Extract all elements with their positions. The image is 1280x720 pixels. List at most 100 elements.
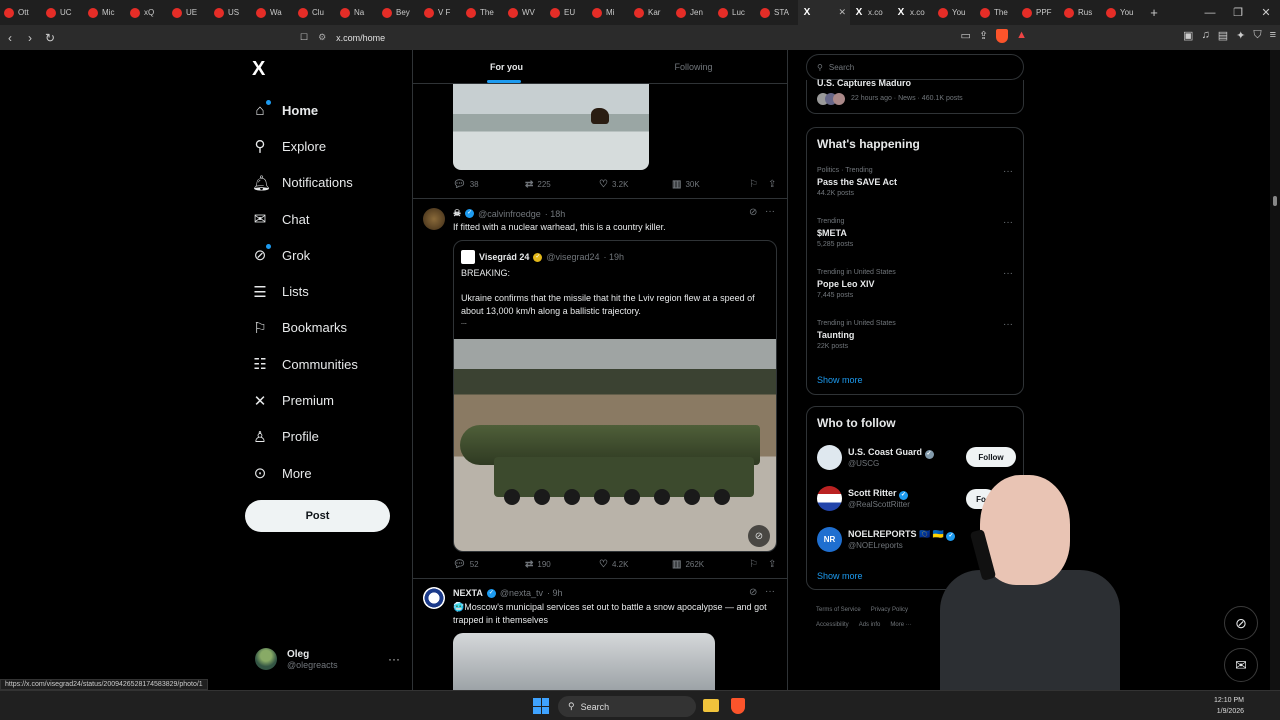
share-button[interactable]: ⇪ bbox=[768, 559, 776, 570]
brave-shield-icon[interactable] bbox=[996, 29, 1009, 43]
sidebar-item-notifications[interactable]: 🔔︎ Notifications bbox=[252, 165, 358, 201]
more-icon[interactable]: ··· bbox=[1003, 166, 1013, 177]
screen-icon[interactable]: ▭ bbox=[961, 29, 971, 43]
x-logo[interactable]: X bbox=[252, 58, 265, 81]
post-button[interactable]: Post bbox=[245, 500, 390, 532]
file-explorer-icon[interactable] bbox=[703, 699, 719, 712]
post-image-horse-rider[interactable] bbox=[453, 84, 649, 170]
top-story-card[interactable]: U.S. Captures Maduro 22 hours ago · News… bbox=[806, 78, 1024, 114]
browser-tab[interactable]: Mic bbox=[84, 0, 126, 25]
views-button[interactable]: ▥ 30K bbox=[672, 179, 749, 190]
browser-tab[interactable]: STA bbox=[756, 0, 798, 25]
rewards-icon[interactable]: ▲ bbox=[1016, 29, 1027, 43]
browser-tab[interactable]: Mi bbox=[588, 0, 630, 25]
grok-image-icon[interactable]: ⊘ bbox=[748, 525, 770, 547]
sidebar-item-lists[interactable]: ☰ Lists bbox=[252, 273, 358, 309]
browser-tab[interactable]: WV bbox=[504, 0, 546, 25]
footer-link[interactable]: Accessibility bbox=[816, 622, 849, 628]
browser-tab[interactable]: PPF bbox=[1018, 0, 1060, 25]
follow-suggestion[interactable]: U.S. Coast Guard ✓ @USCG bbox=[817, 445, 934, 470]
trend-item[interactable]: Trending in United States Taunting 22K pos… bbox=[817, 320, 896, 350]
grok-icon[interactable]: ⊘ bbox=[749, 207, 757, 218]
reload-icon[interactable]: ↻ bbox=[40, 31, 60, 45]
browser-tab[interactable]: The bbox=[976, 0, 1018, 25]
grok-fab-icon[interactable]: ⊘ bbox=[1224, 606, 1258, 640]
site-info-icon[interactable]: ⚙ bbox=[318, 32, 326, 43]
system-clock[interactable]: 12:10 PM 1/9/2026 bbox=[1214, 695, 1244, 717]
account-more-icon[interactable]: ··· bbox=[388, 652, 400, 666]
browser-tab[interactable]: Bey bbox=[378, 0, 420, 25]
share-button[interactable]: ⇪ bbox=[768, 179, 776, 190]
browser-tab[interactable]: US bbox=[210, 0, 252, 25]
browser-tab[interactable]: Clu bbox=[294, 0, 336, 25]
sidebar-item-bookmarks[interactable]: ⚐ Bookmarks bbox=[252, 310, 358, 346]
leo-icon[interactable]: ✦ bbox=[1236, 29, 1245, 43]
bookmark-button[interactable]: ⚐ bbox=[749, 559, 768, 570]
trend-item[interactable]: Trending $META 5,285 posts bbox=[817, 218, 853, 248]
avatar[interactable] bbox=[423, 208, 445, 230]
footer-link[interactable]: More ··· bbox=[890, 622, 911, 628]
tab-following[interactable]: Following bbox=[600, 50, 787, 83]
footer-link[interactable]: Ads info bbox=[859, 622, 881, 628]
start-button[interactable] bbox=[533, 698, 549, 714]
like-button[interactable]: ♡ 3.2K bbox=[599, 179, 672, 190]
browser-tab[interactable]: Xx.co bbox=[892, 0, 934, 25]
browser-tab[interactable]: Wa bbox=[252, 0, 294, 25]
scrollbar[interactable] bbox=[1270, 50, 1280, 690]
show-more-link[interactable]: Show more bbox=[817, 571, 863, 581]
author-handle[interactable]: @nexta_tv bbox=[500, 588, 543, 598]
repost-button[interactable]: ⇄ 225 bbox=[525, 179, 599, 190]
browser-tab[interactable]: Rus bbox=[1060, 0, 1102, 25]
repost-button[interactable]: ⇄ 190 bbox=[525, 559, 599, 570]
sidebar-item-communities[interactable]: ☷ Communities bbox=[252, 346, 358, 382]
messages-fab-icon[interactable]: ✉ bbox=[1224, 648, 1258, 682]
search-input[interactable]: ⚲ Search bbox=[806, 54, 1024, 80]
grok-icon[interactable]: ⊘ bbox=[749, 587, 757, 598]
close-window-button[interactable]: ✕ bbox=[1252, 6, 1280, 19]
trend-item[interactable]: Trending in United States Pope Leo XIV 7,4… bbox=[817, 269, 896, 299]
follow-suggestion[interactable]: Scott Ritter ✓ @RealScottRitter bbox=[817, 486, 910, 511]
vpn-icon[interactable]: ⛉ bbox=[1253, 29, 1261, 43]
browser-tab[interactable]: Ott bbox=[0, 0, 42, 25]
trend-item[interactable]: Politics · Trending Pass the SAVE Act 44.2… bbox=[817, 167, 897, 197]
taskbar-search[interactable]: ⚲ Search bbox=[558, 696, 696, 717]
reply-button[interactable]: 💬︎ 52 bbox=[453, 559, 525, 570]
sidebar-item-home[interactable]: ⌂ Home bbox=[252, 92, 358, 128]
show-more-link[interactable]: Show more bbox=[817, 375, 863, 385]
footer-link[interactable]: Terms of Service bbox=[816, 607, 861, 613]
music-icon[interactable]: ♫ bbox=[1201, 29, 1209, 43]
more-icon[interactable]: ··· bbox=[1003, 319, 1013, 330]
tab-for-you[interactable]: For you bbox=[413, 50, 600, 83]
url-text[interactable]: x.com/home bbox=[336, 33, 385, 43]
author-handle[interactable]: @calvinfroedge bbox=[478, 209, 541, 219]
quote-image-missile-launcher[interactable]: ⊘ bbox=[454, 339, 776, 551]
browser-tab[interactable]: EU bbox=[546, 0, 588, 25]
sidebar-item-explore[interactable]: ⚲ Explore bbox=[252, 128, 358, 164]
more-icon[interactable]: ··· bbox=[1003, 217, 1013, 228]
more-icon[interactable]: ··· bbox=[765, 586, 775, 597]
wallet-icon[interactable]: ▤ bbox=[1218, 29, 1228, 43]
minimize-button[interactable]: — bbox=[1196, 7, 1224, 19]
more-icon[interactable]: ··· bbox=[1003, 268, 1013, 279]
browser-tab[interactable]: The bbox=[462, 0, 504, 25]
restore-button[interactable]: ❐ bbox=[1224, 6, 1252, 19]
author-name[interactable]: NEXTA bbox=[453, 588, 483, 598]
post-time[interactable]: · 18h bbox=[545, 209, 566, 219]
brave-browser-icon[interactable] bbox=[731, 698, 745, 714]
new-tab-button[interactable]: + bbox=[1144, 5, 1164, 20]
sidebar-item-premium[interactable]: ✕ Premium bbox=[252, 382, 358, 418]
menu-icon[interactable]: ≡ bbox=[1270, 29, 1276, 43]
share-icon[interactable]: ⇪ bbox=[979, 29, 988, 43]
browser-tab[interactable]: Luc bbox=[714, 0, 756, 25]
account-switcher[interactable]: Oleg @olegreacts bbox=[255, 648, 338, 670]
browser-tab[interactable]: UE bbox=[168, 0, 210, 25]
footer-link[interactable]: Privacy Policy bbox=[871, 607, 908, 613]
browser-tab[interactable]: You bbox=[1102, 0, 1144, 25]
browser-tab[interactable]: Kar bbox=[630, 0, 672, 25]
sidebar-item-more[interactable]: ⊙ More bbox=[252, 455, 358, 491]
sidebar-icon[interactable]: ▣ bbox=[1183, 29, 1193, 43]
browser-tab[interactable]: You bbox=[934, 0, 976, 25]
browser-tab[interactable]: UC bbox=[42, 0, 84, 25]
reply-button[interactable]: 💬︎ 38 bbox=[453, 179, 525, 190]
sidebar-item-chat[interactable]: ✉ Chat bbox=[252, 201, 358, 237]
